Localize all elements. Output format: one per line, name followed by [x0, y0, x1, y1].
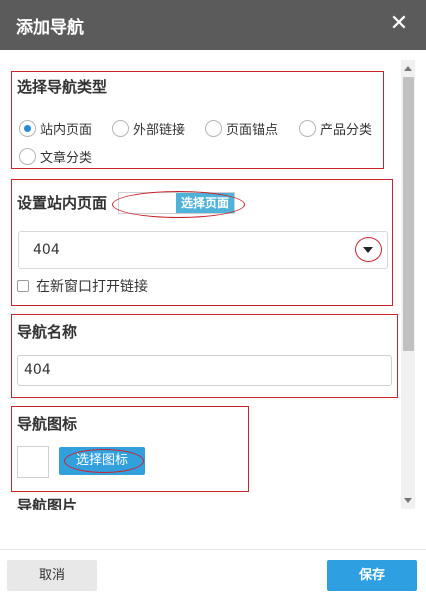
select-icon-button[interactable]: 选择图标 — [59, 447, 145, 475]
icon-preview-box — [17, 446, 49, 478]
radio-external-link[interactable]: 外部链接 — [112, 119, 185, 138]
page-pick-field[interactable]: 选择页面 — [118, 192, 235, 214]
scrollbar[interactable] — [401, 60, 415, 509]
scrollbar-thumb[interactable] — [403, 77, 414, 351]
radio-unchecked-icon — [205, 120, 222, 137]
nav-icon-heading: 导航图标 — [17, 415, 78, 433]
radio-label: 产品分类 — [320, 123, 373, 138]
page-select-dropdown[interactable]: 404 — [18, 231, 388, 269]
radio-label: 页面锚点 — [226, 123, 279, 138]
radio-unchecked-icon — [19, 148, 36, 165]
nav-name-heading: 导航名称 — [17, 323, 78, 341]
save-button[interactable]: 保存 — [327, 560, 417, 591]
new-window-checkbox[interactable] — [17, 280, 29, 292]
radio-unchecked-icon — [112, 120, 129, 137]
selected-page-value: 404 — [33, 242, 60, 258]
radio-label: 文章分类 — [40, 151, 93, 166]
radio-unchecked-icon — [299, 120, 316, 137]
nav-name-input[interactable]: 404 — [17, 355, 392, 386]
radio-label: 外部链接 — [133, 123, 186, 138]
nav-type-heading: 选择导航类型 — [17, 78, 108, 96]
new-window-checkbox-row[interactable]: 在新窗口打开链接 — [17, 276, 148, 296]
scroll-down-arrow-icon[interactable] — [404, 498, 412, 503]
radio-page-anchor[interactable]: 页面锚点 — [205, 119, 278, 138]
dialog-header: 添加导航 ✕ — [0, 0, 426, 50]
radio-article-category[interactable]: 文章分类 — [19, 147, 92, 166]
page-setting-heading: 设置站内页面 — [17, 194, 108, 212]
scroll-up-arrow-icon[interactable] — [404, 66, 412, 71]
radio-product-category[interactable]: 产品分类 — [299, 119, 372, 138]
close-icon[interactable]: ✕ — [386, 10, 412, 38]
new-window-label: 在新窗口打开链接 — [36, 279, 148, 295]
chevron-down-icon[interactable] — [363, 247, 373, 253]
radio-checked-icon — [19, 120, 36, 137]
radio-internal-page[interactable]: 站内页面 — [19, 119, 92, 138]
radio-label: 站内页面 — [40, 123, 93, 138]
cancel-button[interactable]: 取消 — [7, 560, 97, 591]
dialog-title: 添加导航 — [16, 18, 84, 38]
nav-image-heading: 导航图片 — [17, 497, 78, 510]
select-page-button[interactable]: 选择页面 — [176, 193, 234, 213]
dialog-footer: 取消 保存 — [0, 549, 426, 600]
